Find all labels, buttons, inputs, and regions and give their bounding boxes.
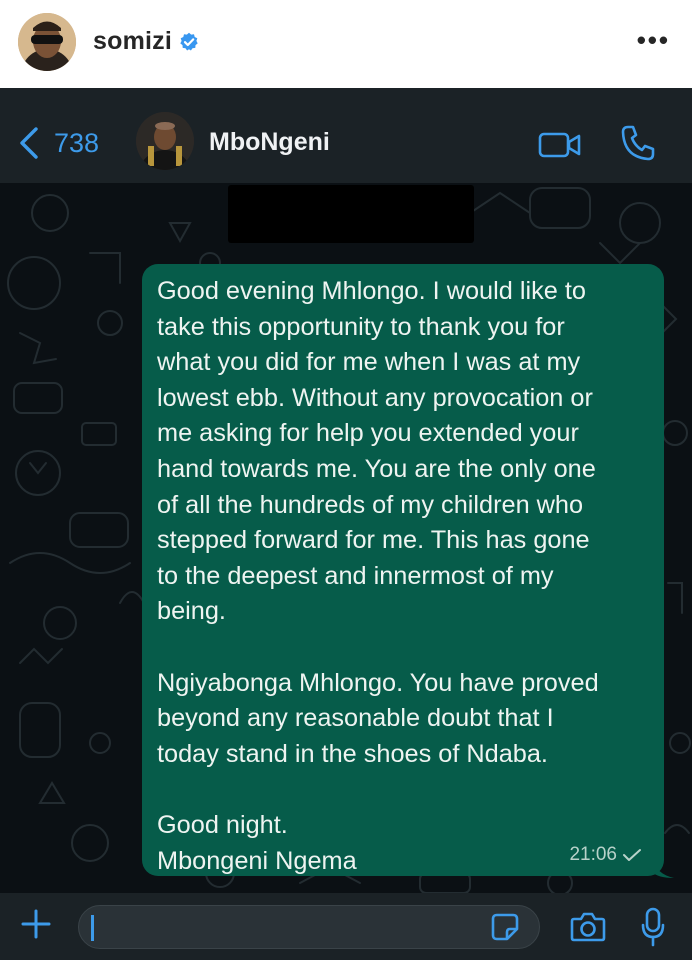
contact-name[interactable]: MboNgeni <box>209 128 330 157</box>
message-text: Good evening Mhlongo. I would like to ta… <box>157 274 648 879</box>
sticker-icon[interactable] <box>491 913 519 941</box>
chat-screenshot: 738 MboNgeni Good evening Mhlongo. I wou <box>0 88 692 960</box>
camera-icon[interactable] <box>570 911 606 943</box>
message-bubble[interactable]: Good evening Mhlongo. I would like to ta… <box>142 264 664 876</box>
video-call-icon[interactable] <box>538 131 582 159</box>
back-chevron-icon <box>20 127 38 159</box>
composer-bar <box>0 893 692 960</box>
username[interactable]: somizi <box>93 27 172 56</box>
unread-count: 738 <box>54 127 100 158</box>
post-header: somizi ••• <box>0 0 692 88</box>
chat-top-bar: 738 MboNgeni <box>0 88 692 183</box>
message-paragraph: Good evening Mhlongo. I would like to ta… <box>157 277 596 626</box>
message-time: 21:06 <box>569 844 617 865</box>
username-row: somizi <box>93 27 199 56</box>
microphone-icon[interactable] <box>640 907 666 947</box>
back-button[interactable]: 738 <box>18 126 99 160</box>
message-meta: 21:06 <box>569 844 642 866</box>
message-paragraph: Ngiyabonga Mhlongo. You have proved beyo… <box>157 668 599 768</box>
verified-badge-icon <box>180 32 198 50</box>
message-input[interactable] <box>78 905 540 949</box>
more-options-icon[interactable]: ••• <box>637 27 670 53</box>
phone-icon[interactable] <box>620 124 656 162</box>
text-caret <box>91 915 94 941</box>
avatar[interactable] <box>18 13 76 71</box>
contact-avatar[interactable] <box>136 112 194 170</box>
plus-icon[interactable] <box>20 908 52 940</box>
redaction-block <box>228 185 474 243</box>
sent-check-icon <box>623 849 641 861</box>
